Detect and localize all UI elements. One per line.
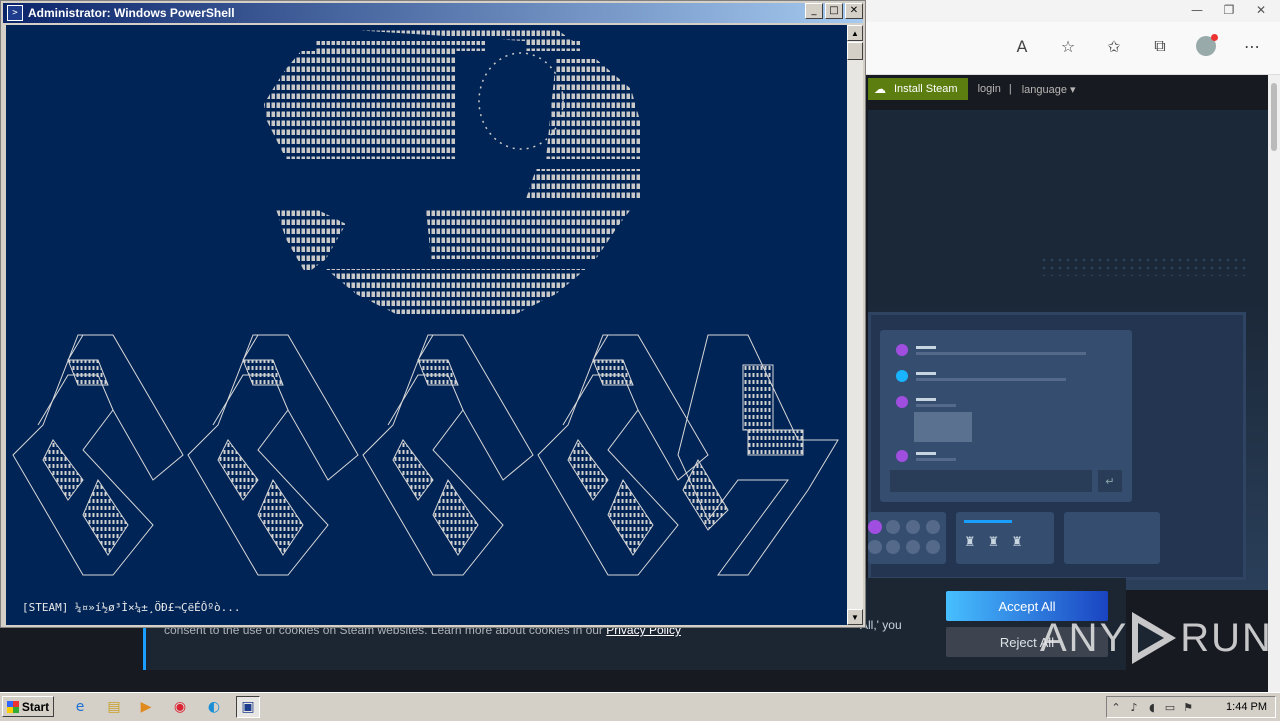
taskbar: Start e ▤ ▶ ◉ ◐ ▣ ⌃ ♪ ◖ ▭ ⚑ 1:44 PM	[0, 692, 1280, 721]
enter-icon: ↵	[1098, 470, 1122, 492]
powershell-console[interactable]: [STEAM] ¼¤»í½ø³Ì×¼±¸ÖÐ£¬ÇëÉÔºò...	[6, 25, 847, 625]
speaker-icon[interactable]: ◖	[1143, 699, 1161, 715]
chevron-down-icon: ▾	[1070, 83, 1076, 96]
hero-widget-list	[1064, 512, 1160, 564]
add-favorite-icon[interactable]: ☆	[1056, 34, 1080, 58]
powershell-window: > Administrator: Windows PowerShell _ □ …	[0, 0, 866, 628]
hero-chat-illustration: ↵	[880, 330, 1132, 502]
hero-widget-achievements: ♜♜♜	[956, 512, 1054, 564]
ascii-skull-art	[264, 29, 641, 314]
download-icon: ☁	[874, 82, 886, 96]
ie-icon[interactable]: e	[68, 696, 92, 718]
media-player-icon[interactable]: ▶	[134, 696, 158, 718]
powershell-icon: >	[7, 5, 23, 21]
scroll-down-icon[interactable]: ▼	[847, 609, 863, 625]
console-status-line: [STEAM] ¼¤»í½ø³Ì×¼±¸ÖÐ£¬ÇëÉÔºò...	[22, 601, 241, 614]
powershell-icon[interactable]: ▣	[236, 696, 260, 718]
browser-close-button[interactable]: ✕	[1250, 2, 1272, 18]
language-dropdown[interactable]: language ▾	[1022, 83, 1076, 96]
header-separator: |	[1008, 83, 1012, 95]
scroll-thumb[interactable]	[847, 42, 863, 60]
scroll-up-icon[interactable]: ▲	[847, 25, 863, 41]
more-icon[interactable]: ⋯	[1240, 34, 1264, 58]
volume-icon[interactable]: ♪	[1125, 699, 1143, 715]
network-icon[interactable]: ▭	[1161, 699, 1179, 715]
ascii-steam-logo-art	[12, 334, 839, 576]
favorites-icon[interactable]: ✩	[1102, 34, 1126, 58]
cookie-text-tail: All,' you	[860, 618, 902, 632]
powershell-scrollbar[interactable]: ▲ ▼	[847, 25, 863, 625]
image-placeholder-icon	[914, 412, 972, 442]
login-link[interactable]: login	[978, 83, 1001, 95]
install-steam-label: Install Steam	[894, 83, 958, 95]
system-tray: ⌃ ♪ ◖ ▭ ⚑ 1:44 PM	[1106, 696, 1276, 718]
browser-restore-button[interactable]: ❐	[1218, 2, 1240, 18]
action-center-flag-icon[interactable]: ⚑	[1179, 699, 1197, 715]
tray-expand-icon[interactable]: ⌃	[1107, 699, 1125, 715]
browser-minimize-button[interactable]: —	[1186, 2, 1208, 18]
install-steam-button[interactable]: ☁ Install Steam	[868, 78, 968, 100]
start-button[interactable]: Start	[2, 696, 54, 717]
taskbar-clock[interactable]: 1:44 PM	[1226, 701, 1267, 713]
hero-dot-pattern	[1040, 256, 1250, 276]
profile-avatar[interactable]	[1194, 34, 1218, 58]
ps-maximize-button[interactable]: □	[825, 3, 843, 19]
explorer-icon[interactable]: ▤	[102, 696, 126, 718]
steam-header: ☁ Install Steam login | language ▾	[868, 78, 1076, 100]
play-icon	[1132, 612, 1177, 664]
ps-minimize-button[interactable]: _	[805, 3, 823, 19]
trophy-icon: ♜♜♜	[964, 534, 1035, 549]
read-aloud-icon[interactable]: A	[1010, 34, 1034, 58]
chrome-icon[interactable]: ◉	[168, 696, 192, 718]
collections-icon[interactable]: ⧉	[1148, 34, 1172, 58]
ps-close-button[interactable]: ✕	[845, 3, 863, 19]
windows-logo-icon	[6, 700, 19, 713]
powershell-titlebar[interactable]: > Administrator: Windows PowerShell	[3, 3, 863, 23]
browser-scrollbar[interactable]	[1268, 75, 1280, 692]
hero-widget-friends	[868, 512, 946, 564]
edge-icon[interactable]: ◐	[202, 696, 226, 718]
start-label: Start	[21, 699, 50, 714]
anyrun-watermark: ANY RUN	[1040, 612, 1273, 664]
powershell-title: Administrator: Windows PowerShell	[28, 6, 235, 20]
